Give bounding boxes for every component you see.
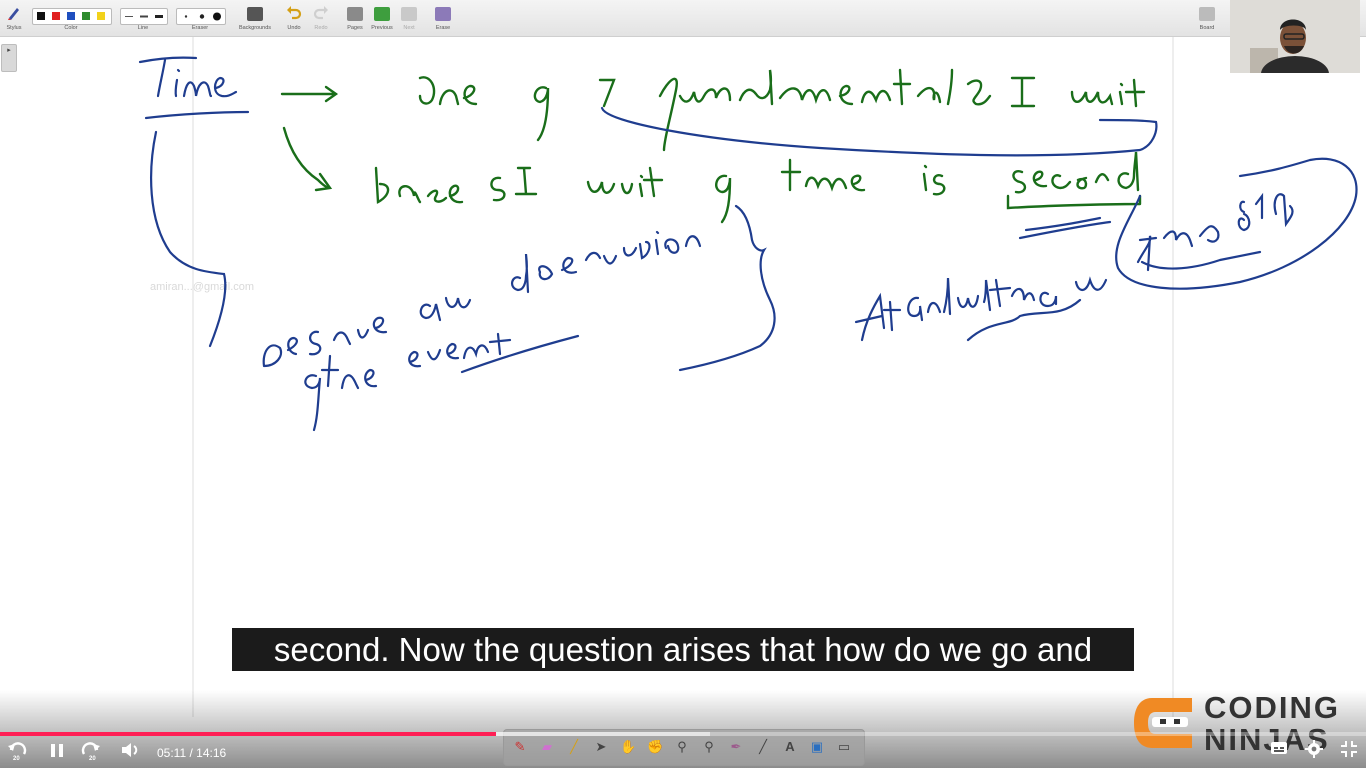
settings-button[interactable] xyxy=(1305,740,1323,763)
exit-fullscreen-icon xyxy=(1341,741,1357,757)
closed-caption: second. Now the question arises that how… xyxy=(232,628,1134,671)
fast-forward-button[interactable]: 20 xyxy=(80,740,102,767)
handwriting-annotations xyxy=(150,106,1358,432)
handwriting-heading xyxy=(138,56,250,120)
handwriting-line2 xyxy=(282,126,1142,224)
exit-fullscreen-button[interactable] xyxy=(1340,740,1358,763)
pause-button[interactable] xyxy=(48,740,66,765)
rewind-seconds: 20 xyxy=(13,756,20,762)
volume-icon xyxy=(122,743,138,757)
captions-icon xyxy=(1271,742,1287,754)
instructor-avatar xyxy=(1230,0,1360,73)
time-display: 05:11 / 14:16 xyxy=(157,746,227,760)
pause-icon xyxy=(51,744,63,757)
instructor-webcam xyxy=(1230,0,1360,73)
logo-text-coding: CODING xyxy=(1204,690,1340,725)
gear-icon xyxy=(1305,740,1323,758)
forward-seconds: 20 xyxy=(89,756,96,762)
captions-button[interactable] xyxy=(1270,740,1288,761)
volume-button[interactable] xyxy=(120,740,142,765)
rewind-button[interactable]: 20 xyxy=(6,740,28,767)
played-bar xyxy=(0,732,496,736)
player-controls: 20 20 05:11 / 14:16 xyxy=(0,738,1366,768)
progress-bar[interactable] xyxy=(0,732,1366,736)
